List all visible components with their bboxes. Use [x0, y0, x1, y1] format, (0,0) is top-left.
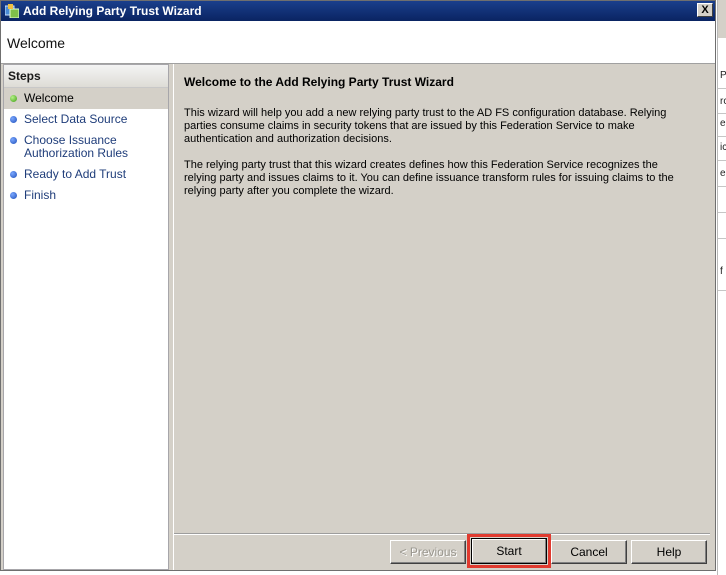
step-status-icon: [10, 95, 17, 102]
step-status-icon: [10, 137, 17, 144]
step-choose-issuance-authorization-rules[interactable]: Choose Issuance Authorization Rules: [4, 130, 168, 164]
step-welcome[interactable]: Welcome: [4, 88, 168, 109]
background-text: ic: [720, 142, 726, 153]
background-divider: [718, 212, 726, 213]
step-label: Select Data Source: [24, 112, 128, 126]
main-content: Welcome to the Add Relying Party Trust W…: [173, 64, 714, 570]
title-bar[interactable]: Add Relying Party Trust Wizard X: [1, 1, 715, 21]
step-select-data-source[interactable]: Select Data Source: [4, 109, 168, 130]
wizard-app-icon: [5, 4, 19, 18]
start-button[interactable]: Start: [471, 538, 547, 564]
steps-panel: Steps Welcome Select Data Source Choose …: [3, 64, 169, 570]
page-title: Welcome: [7, 35, 66, 51]
background-window: P rc e ic e f: [717, 0, 726, 575]
help-button[interactable]: Help: [631, 540, 707, 564]
previous-button[interactable]: < Previous: [390, 540, 466, 564]
step-label: Choose Issuance Authorization Rules: [24, 133, 129, 160]
intro-paragraph: This wizard will help you add a new rely…: [184, 107, 667, 145]
cancel-button[interactable]: Cancel: [551, 540, 627, 564]
button-divider: [174, 533, 710, 535]
close-button[interactable]: X: [697, 3, 713, 17]
background-divider: [718, 136, 726, 137]
step-ready-to-add-trust[interactable]: Ready to Add Trust: [4, 164, 168, 185]
step-label: Finish: [24, 188, 57, 202]
background-divider: [718, 113, 726, 114]
background-divider: [718, 290, 726, 291]
wizard-window: Add Relying Party Trust Wizard X Welcome…: [0, 0, 716, 571]
step-finish[interactable]: Finish: [4, 185, 168, 206]
background-text: e: [720, 118, 726, 129]
background-divider: [718, 160, 726, 161]
details-paragraph: The relying party trust that this wizard…: [184, 159, 674, 197]
step-status-icon: [10, 116, 17, 123]
content-heading: Welcome to the Add Relying Party Trust W…: [184, 75, 454, 89]
background-titlebar: [718, 0, 726, 38]
close-icon: X: [701, 4, 709, 16]
background-text: P: [720, 70, 726, 81]
page-header: Welcome: [1, 21, 715, 64]
background-text: rc: [720, 96, 726, 107]
background-text: f: [720, 266, 723, 277]
background-text: e: [720, 168, 726, 179]
background-divider: [718, 88, 726, 89]
background-divider: [718, 186, 726, 187]
background-divider: [718, 238, 726, 239]
step-label: Welcome: [24, 91, 74, 105]
window-title: Add Relying Party Trust Wizard: [23, 4, 202, 18]
step-status-icon: [10, 192, 17, 199]
step-status-icon: [10, 171, 17, 178]
step-label: Ready to Add Trust: [24, 167, 127, 181]
steps-heading: Steps: [4, 65, 168, 88]
